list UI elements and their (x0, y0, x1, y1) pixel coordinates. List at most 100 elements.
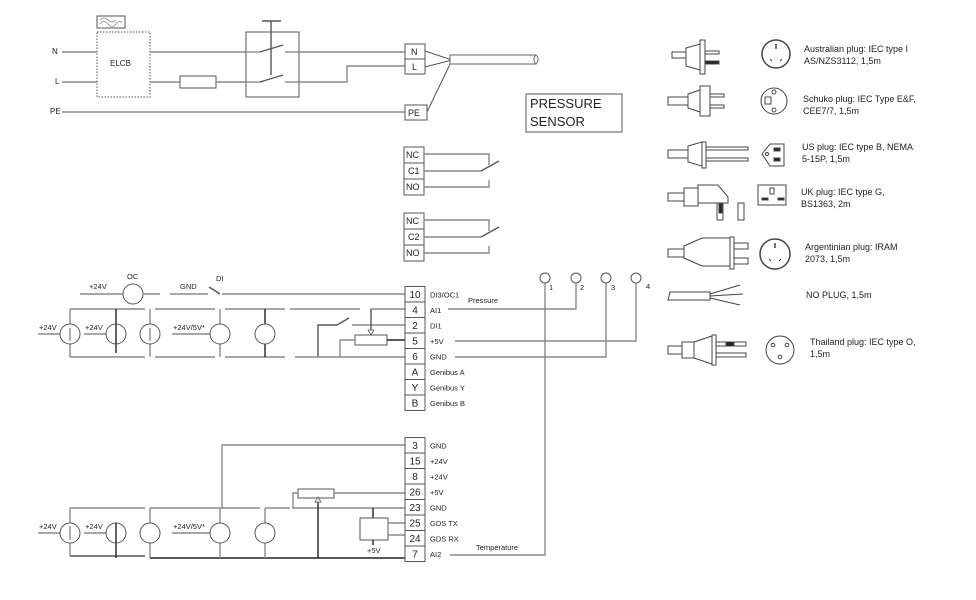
svg-text:SENSOR: SENSOR (530, 114, 585, 129)
sensor-pins: 1 2 3 4 (448, 272, 650, 553)
l-label: L (55, 77, 60, 86)
pressure-sensor-label: PRESSURE SENSOR (525, 93, 623, 133)
terminal-name: Genibus Y (430, 384, 465, 393)
svg-text:+24V: +24V (85, 323, 103, 332)
plug-schuko-line1: Schuko plug: IEC Type E&F, (803, 94, 916, 104)
terminal-number: 24 (409, 534, 421, 545)
svg-text:3: 3 (611, 283, 615, 292)
terminal-number: 3 (412, 441, 418, 452)
plug-us-line1: US plug: IEC type B, NEMA (802, 142, 913, 152)
uk-plug-icon (667, 184, 787, 221)
terminal-name: Genibus A (430, 368, 465, 377)
svg-text:GND: GND (180, 282, 197, 291)
terminal-number: Y (412, 383, 419, 394)
svg-text:DI: DI (216, 274, 224, 283)
relay2-no: NO (406, 248, 420, 258)
svg-text:+24V: +24V (89, 282, 107, 291)
terminal-name: Genibus B (430, 399, 465, 408)
svg-text:PRESSURE: PRESSURE (530, 96, 602, 111)
terminal-number: 7 (412, 550, 418, 561)
terminal-number: 15 (409, 457, 421, 468)
terminal-name: AI1 (430, 306, 441, 315)
n-label: N (52, 47, 58, 56)
terminal-name: +24V (430, 457, 448, 466)
elcb-label: ELCB (110, 59, 131, 68)
potentiometer (297, 488, 335, 499)
svg-text:+24V/5V*: +24V/5V* (173, 522, 205, 531)
plug-uk-line1: UK plug: IEC type G, (801, 187, 885, 197)
voltage-source-icon (254, 323, 276, 345)
plug-argentinian-line1: Argentinian plug: IRAM (805, 242, 898, 252)
io-block-2: +24V +24V +24V/5V* +5V 3 GND 15 +24V 8 +24V 26… (38, 437, 546, 562)
australian-plug-icon (671, 39, 791, 75)
relay1-nc: NC (406, 150, 419, 160)
voltage-source-icon (254, 522, 276, 544)
oc-output-icon (122, 283, 144, 305)
plug-uk-line2: BS1363, 2m (801, 199, 851, 209)
relay2-nc: NC (406, 216, 419, 226)
power-cable (449, 54, 537, 65)
terminal-name: +24V (430, 473, 448, 482)
temperature-label: Temperature (476, 543, 518, 552)
svg-text:4: 4 (646, 282, 650, 291)
terminal-name: +5V (430, 488, 444, 497)
plug-us-line2: 5-15P, 1,5m (802, 154, 850, 164)
svg-text:+5V: +5V (367, 546, 381, 555)
svg-text:OC: OC (127, 272, 139, 281)
terminal-name: DI1 (430, 322, 442, 331)
terminal-name: AI2 (430, 550, 441, 559)
terminal-number: B (412, 399, 419, 410)
fuse (179, 75, 217, 89)
terminal-name: GDS TX (430, 519, 458, 528)
main-switch-box (245, 31, 300, 98)
io-block-1: +24V OC GND DI +24V +24V +24V/5V* 10 DI3… (38, 272, 498, 411)
current-source-icon (139, 522, 161, 544)
pressure-label: Pressure (468, 296, 498, 305)
svg-text:+24V/5V*: +24V/5V* (173, 323, 205, 332)
terminal-name: GND (430, 504, 447, 513)
wiring-diagram: N L PE ELCB N L PE PRESSURE SENSOR NC C1… (38, 15, 916, 562)
argentinian-plug-icon (667, 236, 791, 270)
plug-argentinian-line2: 2073, 1,5m (805, 254, 850, 264)
schuko-plug-icon (667, 85, 788, 117)
plug-schuko-line2: CEE7/7, 1,5m (803, 106, 859, 116)
terminal-number: 5 (412, 337, 418, 348)
terminal-number: 6 (412, 352, 418, 363)
svg-text:+24V: +24V (39, 522, 57, 531)
svg-text:+24V: +24V (85, 522, 103, 531)
us-plug-icon (667, 141, 785, 169)
relay1-no: NO (406, 182, 420, 192)
terminal-name: +5V (430, 337, 444, 346)
svg-text:1: 1 (549, 283, 553, 292)
terminal-name: GND (430, 353, 447, 362)
voltage-source-icon (209, 323, 231, 345)
terminal-number: 8 (412, 472, 418, 483)
plug-australian-line2: AS/NZS3112, 1,5m (804, 56, 881, 66)
relay-1: NC C1 NO (403, 146, 500, 196)
terminal-pe-label: PE (408, 108, 420, 118)
terminal-number: 2 (412, 321, 418, 332)
terminal-name: DI3/OC1 (430, 291, 459, 300)
pe-label: PE (50, 107, 61, 116)
terminal-number: A (412, 368, 419, 379)
no-plug-cable-icon (667, 284, 744, 306)
relay-2: NC C2 NO (403, 212, 500, 262)
gds-sensor-box (359, 517, 389, 541)
terminal-l-label: L (412, 62, 417, 72)
plug-options: Australian plug: IEC type I AS/NZS3112, … (667, 39, 916, 366)
terminal-number: 25 (409, 519, 421, 530)
mains-section: N L PE ELCB N L PE (50, 15, 539, 121)
terminal-n-label: N (411, 47, 418, 57)
relay2-c2: C2 (408, 232, 420, 242)
terminal-number: 10 (409, 290, 421, 301)
terminal-number: 26 (409, 488, 421, 499)
plug-australian-line1: Australian plug: IEC type I (804, 44, 908, 54)
plug-none-line1: NO PLUG, 1,5m (806, 290, 872, 300)
terminal-name: GDS RX (430, 535, 459, 544)
terminal-name: GND (430, 442, 447, 451)
terminal-number: 4 (412, 306, 418, 317)
potentiometer (354, 334, 388, 346)
terminal-number: 23 (409, 503, 421, 514)
svg-text:2: 2 (580, 283, 584, 292)
svg-text:+24V: +24V (39, 323, 57, 332)
